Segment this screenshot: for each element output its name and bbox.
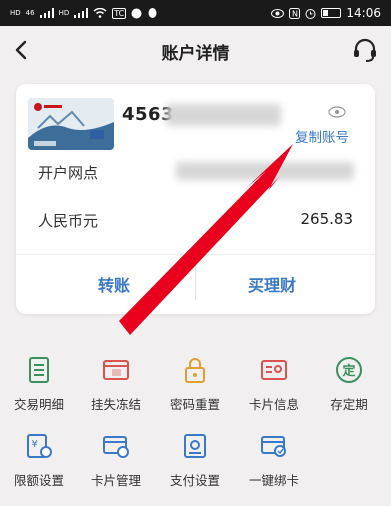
transfer-button[interactable]: 转账: [98, 272, 130, 296]
hd-badge: HD: [10, 8, 21, 17]
service-label: 限额设置: [13, 473, 64, 488]
app-badge: TC: [112, 7, 127, 19]
limit-settings-icon: ¥: [27, 434, 52, 458]
eye-icon[interactable]: [328, 106, 346, 118]
service-label: 卡片信息: [248, 397, 299, 412]
status-right: N 14:06: [271, 6, 381, 20]
lock-reset-icon: [185, 358, 205, 383]
bank-card-image: [28, 98, 114, 150]
card-manage-icon: [103, 436, 129, 458]
eye-status-icon: [271, 8, 285, 18]
service-card-info[interactable]: 卡片信息: [235, 356, 313, 426]
service-fixed-deposit[interactable]: 定 存定期: [310, 356, 388, 426]
svg-text:N: N: [292, 9, 298, 18]
branch-value-masked: [176, 162, 354, 180]
chevron-left-icon[interactable]: [10, 38, 34, 62]
bind-card-icon: [261, 436, 286, 457]
wifi-icon: [93, 8, 107, 18]
payment-settings-icon: [184, 434, 206, 458]
network-badge: 46: [25, 8, 35, 17]
service-report-loss[interactable]: 挂失冻结: [77, 356, 155, 426]
service-label: 密码重置: [169, 397, 220, 412]
account-card: 4563 复制账号 开户网点 人民币元 265.83 转账 买理财: [16, 84, 375, 314]
nfc-icon: N: [289, 7, 301, 19]
copy-account-link[interactable]: 复制账号: [295, 126, 349, 146]
card-divider: [16, 254, 375, 255]
bank-card-art: [28, 98, 114, 150]
service-label: 卡片管理: [90, 473, 141, 488]
branch-label: 开户网点: [38, 164, 99, 182]
qq-icon: [148, 7, 157, 18]
service-password-reset[interactable]: 密码重置: [156, 356, 234, 426]
alarm-icon: [305, 8, 316, 19]
balance-value: 265.83: [300, 210, 354, 228]
page-title: 账户详情: [161, 43, 230, 64]
battery-icon: [321, 8, 342, 18]
transactions-icon: [29, 357, 49, 383]
status-bar: HD 46 HD TC N 14:06: [0, 0, 391, 26]
svg-text:定: 定: [342, 363, 356, 379]
service-card-manage[interactable]: 卡片管理: [77, 432, 155, 502]
service-payment-settings[interactable]: 支付设置: [156, 432, 234, 502]
service-label: 一键绑卡: [248, 473, 299, 488]
service-label: 存定期: [330, 397, 368, 412]
service-bind-card[interactable]: 一键绑卡: [235, 432, 313, 502]
service-limit-settings[interactable]: ¥ 限额设置: [0, 432, 78, 502]
service-transactions[interactable]: 交易明细: [0, 356, 78, 426]
report-loss-icon: [103, 360, 129, 380]
signal-icon: [39, 8, 54, 18]
svg-text:¥: ¥: [32, 439, 38, 450]
header: 账户详情: [0, 26, 391, 76]
status-time: 14:06: [346, 6, 381, 20]
service-label: 挂失冻结: [90, 397, 141, 412]
action-divider: [195, 266, 196, 300]
hd-badge-2: HD: [58, 8, 70, 17]
notification-icon: [131, 8, 142, 18]
service-label: 交易明细: [13, 397, 64, 412]
service-label: 支付设置: [169, 473, 220, 488]
status-left: HD 46 HD TC: [10, 7, 158, 19]
card-info-icon: [261, 360, 287, 380]
account-number-masked: [166, 104, 281, 126]
currency-label: 人民币元: [38, 212, 99, 230]
buy-wealth-button[interactable]: 买理财: [248, 272, 296, 296]
fixed-deposit-icon: 定: [336, 357, 362, 383]
headset-icon[interactable]: [351, 36, 379, 64]
signal-icon-2: [74, 8, 89, 18]
